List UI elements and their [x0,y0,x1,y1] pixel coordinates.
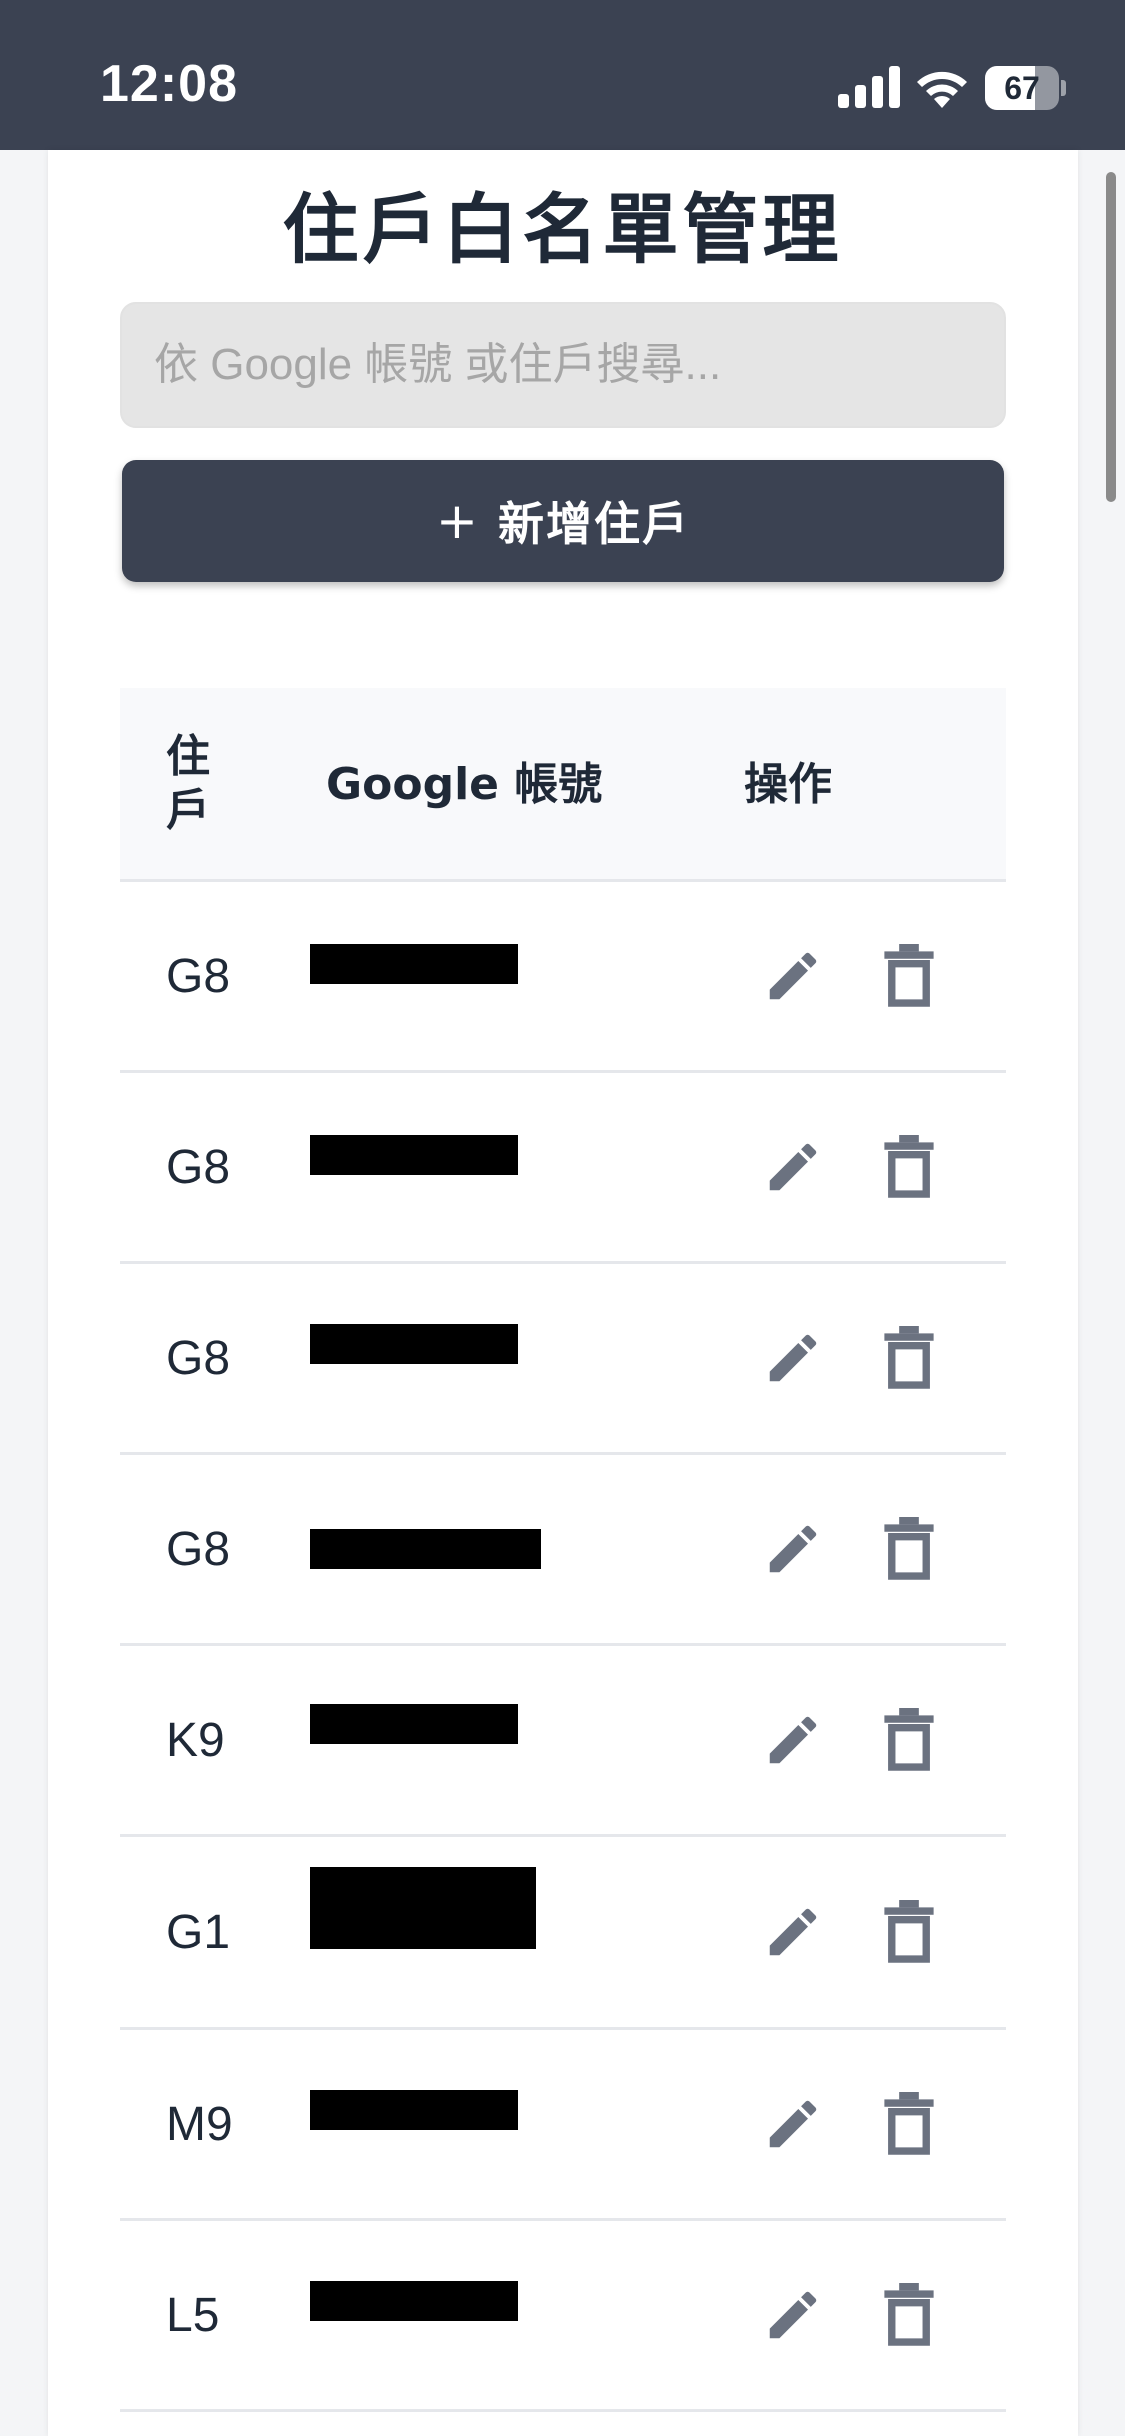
trash-icon[interactable] [884,1326,934,1390]
row-email-redacted: [redacted] [310,1704,518,1744]
status-bar: 12:08 67 [0,0,1125,150]
status-time: 12:08 [100,55,238,113]
row-email-redacted: [redacted] [310,944,518,984]
column-header-unit-line1: 住 [166,731,210,782]
row-unit: K9 [166,1713,225,1767]
plus-icon: + [436,492,480,550]
trash-icon[interactable] [884,2092,934,2156]
row-unit: G8 [166,1522,231,1576]
edit-pencil-icon[interactable] [762,1708,824,1772]
table-row: M9 [redacted] [120,2030,1006,2221]
search-input[interactable] [120,302,1006,428]
add-resident-label: 新增住戶 [497,497,690,551]
row-email-redacted: [redacted] [310,1135,518,1175]
edit-pencil-icon[interactable] [762,2283,824,2347]
edit-pencil-icon[interactable] [762,1326,824,1390]
wifi-icon [917,71,967,108]
edit-pencil-icon[interactable] [762,1900,824,1964]
column-header-actions: 操作 [744,759,832,810]
table-row: G8 [redacted] [120,1073,1006,1264]
row-email-redacted: [redacted] [310,2281,518,2321]
row-email-redacted: [redacted] [310,2090,518,2130]
edit-pencil-icon[interactable] [762,944,824,1008]
trash-icon[interactable] [884,1900,934,1964]
cellular-signal-icon [838,66,900,108]
battery-icon: 67 [985,66,1066,110]
trash-icon[interactable] [884,1708,934,1772]
row-email-redacted: [redacted] [310,1324,518,1364]
resident-table: 住 戶 Google 帳號 操作 G8 [redacted] G8 [redacted… [120,688,1006,2412]
row-unit: G8 [166,1140,231,1194]
trash-icon[interactable] [884,1135,934,1199]
edit-pencil-icon[interactable] [762,1517,824,1581]
row-unit: L5 [166,2288,220,2342]
row-unit: G8 [166,949,231,1003]
table-row: G8 [redacted] [120,1264,1006,1455]
row-unit: G1 [166,1905,231,1959]
battery-percent: 67 [1004,70,1040,106]
row-unit: M9 [166,2097,233,2151]
column-header-email: Google 帳號 [326,759,603,810]
table-row: K9 [redacted] [120,1646,1006,1837]
table-body: G8 [redacted] G8 [redacted] G8 [redacted] G8 [r… [120,882,1006,2412]
table-row: G8 [redacted] [120,1455,1006,1646]
table-row: G1 [redacted] [120,1837,1006,2030]
row-unit: G8 [166,1331,231,1385]
table-row: G8 [redacted] [120,882,1006,1073]
page-title: 住戶白名單管理 [282,185,843,274]
edit-pencil-icon[interactable] [762,1135,824,1199]
row-email-redacted: [redacted] [310,1529,541,1569]
add-resident-button[interactable]: + 新增住戶 [122,460,1004,582]
column-header-unit-line2: 戶 [166,785,210,836]
table-header: 住 戶 Google 帳號 操作 [120,688,1006,882]
table-row: L5 [redacted] [120,2221,1006,2412]
edit-pencil-icon[interactable] [762,2092,824,2156]
trash-icon[interactable] [884,944,934,1008]
row-email-redacted: [redacted] [310,1867,536,1949]
trash-icon[interactable] [884,2283,934,2347]
column-header-unit: 住 戶 [166,730,216,838]
trash-icon[interactable] [884,1517,934,1581]
